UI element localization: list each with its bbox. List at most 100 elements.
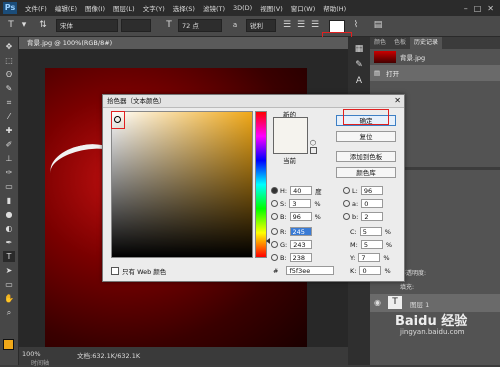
tab-color[interactable]: 颜色 <box>370 37 390 49</box>
dialog-title: 拾色器（文本颜色） <box>107 97 166 105</box>
properties-panel-icon[interactable]: ✎ <box>353 59 365 72</box>
menu-filter[interactable]: 滤镜(T) <box>199 3 229 13</box>
type-tool-icon[interactable]: T <box>3 251 15 262</box>
add-to-swatches-button[interactable]: 添加到色板 <box>336 151 396 162</box>
toggle-orientation-icon[interactable]: ⇅ <box>36 19 50 32</box>
timeline-tab[interactable]: 时间轴 <box>31 358 49 367</box>
align-right-icon[interactable]: ☰ <box>310 19 320 32</box>
history-step-open[interactable]: ▤ 打开 <box>370 65 500 81</box>
lasso-tool-icon[interactable]: ʘ <box>3 69 15 80</box>
current-color-swatch[interactable] <box>273 135 308 154</box>
blue-field-row: B: 238 <box>271 252 315 263</box>
character-icon[interactable]: A <box>353 75 365 88</box>
brush-tool-icon[interactable]: ✐ <box>3 139 15 150</box>
lab-b-input[interactable]: 2 <box>361 212 384 221</box>
align-center-icon[interactable]: ☰ <box>296 19 306 32</box>
hex-input[interactable]: f5f3ee <box>286 266 335 275</box>
close-icon[interactable]: ✕ <box>487 4 494 13</box>
menu-image[interactable]: 图像(I) <box>81 3 109 13</box>
k-input[interactable]: 0 <box>359 266 382 275</box>
h-radio[interactable] <box>271 187 278 194</box>
g-input[interactable]: 243 <box>290 240 313 249</box>
font-style-select[interactable] <box>121 19 151 32</box>
history-snapshot[interactable]: 背景.jpg <box>370 49 500 65</box>
zoom-tool-icon[interactable]: ⌕ <box>3 307 15 318</box>
quick-select-tool-icon[interactable]: ✎ <box>3 83 15 94</box>
hue-slider[interactable] <box>255 111 267 258</box>
color-libraries-button[interactable]: 颜色库 <box>336 167 396 178</box>
menu-bar: Ps 文件(F) 编辑(E) 图像(I) 图层(L) 文字(Y) 选择(S) 滤… <box>0 0 500 16</box>
g-radio[interactable] <box>271 241 278 248</box>
menu-type[interactable]: 文字(Y) <box>139 3 169 13</box>
font-family-select[interactable]: 宋体 <box>56 19 118 32</box>
y-input[interactable]: 7 <box>358 253 381 262</box>
hue-slider-arrow-icon[interactable] <box>266 238 270 244</box>
menu-view[interactable]: 视图(V) <box>256 3 287 13</box>
crop-tool-icon[interactable]: ⌗ <box>3 97 15 108</box>
menu-select[interactable]: 选择(S) <box>169 3 199 13</box>
a-radio[interactable] <box>343 200 350 207</box>
tool-preset-arrow-icon[interactable]: ▾ <box>20 19 28 32</box>
minimize-icon[interactable]: – <box>464 4 468 13</box>
healing-tool-icon[interactable]: ✚ <box>3 125 15 136</box>
lab-b-radio[interactable] <box>343 213 350 220</box>
blue-input[interactable]: 238 <box>289 253 312 262</box>
saturation-brightness-field[interactable] <box>111 111 253 258</box>
a-input[interactable]: 0 <box>361 199 384 208</box>
menu-edit[interactable]: 编辑(E) <box>51 3 81 13</box>
l-input[interactable]: 96 <box>360 186 383 195</box>
menu-help[interactable]: 帮助(H) <box>319 3 350 13</box>
font-size-select[interactable]: 72 点 <box>178 19 222 32</box>
h-input[interactable]: 40 <box>290 186 313 195</box>
path-select-tool-icon[interactable]: ➤ <box>3 265 15 276</box>
dialog-close-icon[interactable]: ✕ <box>394 95 401 107</box>
web-safe-warning-icon[interactable]: ⬡ <box>310 139 316 147</box>
pen-tool-icon[interactable]: ✒ <box>3 237 15 248</box>
move-tool-icon[interactable]: ✥ <box>3 41 15 52</box>
m-input[interactable]: 5 <box>360 240 383 249</box>
layer-name[interactable]: 图层 1 <box>410 299 429 309</box>
r-input[interactable]: 245 <box>289 227 312 236</box>
dodge-tool-icon[interactable]: ◐ <box>3 223 15 234</box>
maximize-icon[interactable]: □ <box>474 4 482 13</box>
document-tab[interactable]: 背景.jpg @ 100%(RGB/8#) <box>19 37 349 49</box>
tab-swatches[interactable]: 色板 <box>390 37 410 49</box>
b-radio[interactable] <box>271 213 278 220</box>
s-input[interactable]: 3 <box>289 199 312 208</box>
marquee-tool-icon[interactable]: ⬚ <box>3 55 15 66</box>
blur-tool-icon[interactable]: ● <box>3 209 15 220</box>
tab-history[interactable]: 历史记录 <box>410 37 443 49</box>
b-input[interactable]: 96 <box>289 212 312 221</box>
blue-radio[interactable] <box>271 254 278 261</box>
zoom-level[interactable]: 100% <box>22 350 41 358</box>
history-brush-icon[interactable]: ✑ <box>3 167 15 178</box>
reset-button[interactable]: 复位 <box>336 131 396 142</box>
gradient-tool-icon[interactable]: ▮ <box>3 195 15 206</box>
watermark-url: jingyan.baidu.com <box>400 328 465 336</box>
l-radio[interactable] <box>343 187 350 194</box>
l-field-row: L: 96 <box>343 185 386 196</box>
warp-text-icon[interactable]: ⌇ <box>350 19 362 32</box>
stamp-tool-icon[interactable]: ⊥ <box>3 153 15 164</box>
r-radio[interactable] <box>271 228 278 235</box>
c-input[interactable]: 5 <box>359 227 382 236</box>
type-tool-icon[interactable]: T <box>4 19 18 32</box>
menu-window[interactable]: 窗口(W) <box>287 3 320 13</box>
align-left-icon[interactable]: ☰ <box>282 19 292 32</box>
hand-tool-icon[interactable]: ✋ <box>3 293 15 304</box>
menu-layer[interactable]: 图层(L) <box>109 3 139 13</box>
eyedropper-tool-icon[interactable]: ⁄ <box>3 111 15 122</box>
s-radio[interactable] <box>271 200 278 207</box>
menu-file[interactable]: 文件(F) <box>21 3 51 13</box>
history-panel-icon[interactable]: ▦ <box>353 43 365 56</box>
eraser-tool-icon[interactable]: ▭ <box>3 181 15 192</box>
menu-3d[interactable]: 3D(D) <box>229 4 256 12</box>
web-only-checkbox[interactable] <box>111 266 119 275</box>
visibility-eye-icon[interactable]: ◉ <box>374 298 381 307</box>
shape-tool-icon[interactable]: ▭ <box>3 279 15 290</box>
snapshot-thumbnail <box>374 51 396 63</box>
character-panel-icon[interactable]: ▤ <box>372 19 384 32</box>
web-safe-swatch-icon[interactable] <box>310 147 317 154</box>
antialias-select[interactable]: 锐利 <box>246 19 276 32</box>
foreground-color-swatch[interactable] <box>3 339 14 350</box>
